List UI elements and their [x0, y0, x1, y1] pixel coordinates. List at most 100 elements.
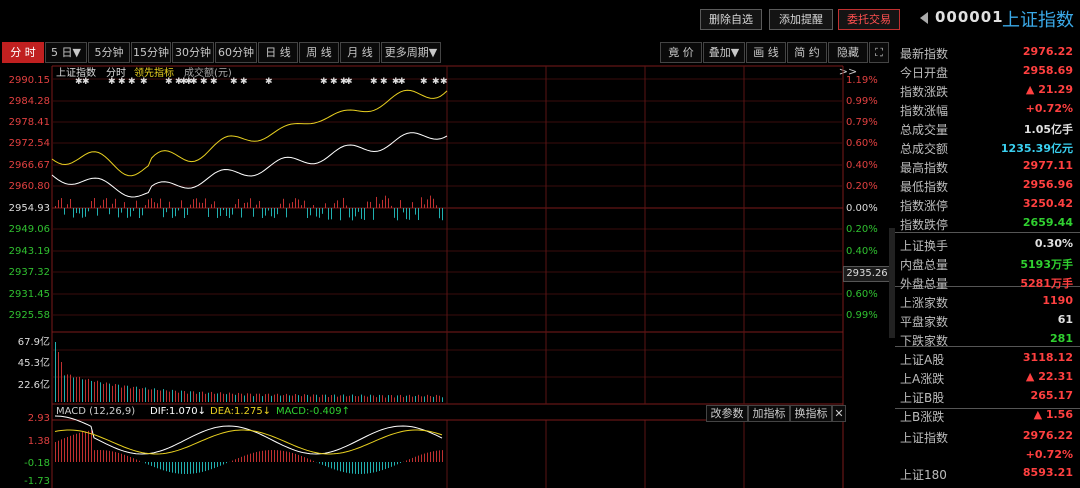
volume-bar: [316, 394, 317, 402]
quote-value: 8593.21: [1022, 466, 1073, 479]
change-bar: [322, 208, 323, 214]
volume-bar: [361, 394, 362, 402]
quote-row: 上证180 8593.21: [895, 464, 1075, 483]
volume-bar: [103, 383, 104, 402]
macd-dea: DEA:1.275↓: [210, 406, 272, 417]
volume-bar: [367, 396, 368, 402]
y-left-4: 2966.67: [8, 160, 50, 171]
macd-bar: [145, 462, 146, 464]
change-bar: [220, 208, 221, 216]
change-bar: [436, 205, 437, 208]
edit-params-button[interactable]: 改参数: [706, 405, 748, 422]
macd-bar: [376, 462, 377, 472]
change-bar: [187, 208, 188, 215]
volume-bar: [166, 390, 167, 402]
volume-bar: [94, 381, 95, 402]
quote-value: 281: [1050, 332, 1073, 345]
volume-bar: [355, 396, 356, 402]
volume-bar: [397, 395, 398, 402]
macd-bar: [103, 450, 104, 462]
volume-bar: [130, 388, 131, 402]
quote-panel: 最新指数 2976.22 今日开盘 2958.69 指数涨跌 ▲ 21.29 指数涨幅 +0.…: [895, 40, 1080, 488]
quote-label: 指数涨停: [900, 199, 949, 213]
change-bar: [292, 202, 293, 208]
y-left-11: 2925.58: [8, 310, 50, 321]
change-bar: [358, 208, 359, 212]
volume-bar: [319, 397, 320, 402]
macd-bar: [202, 462, 203, 472]
volume-bar: [79, 376, 80, 402]
change-bar: [394, 208, 395, 218]
prev-stock-icon[interactable]: [920, 12, 928, 24]
macd-bar: [355, 462, 356, 474]
volume-bar: [196, 393, 197, 402]
volume-bar: [139, 389, 140, 402]
volume-bar: [418, 394, 419, 402]
change-bar: [133, 208, 134, 211]
change-bar: [190, 204, 191, 208]
quote-label: 最高指数: [900, 161, 949, 175]
macd-bar: [61, 439, 62, 462]
volume-bar: [340, 395, 341, 402]
macd-bar: [373, 462, 374, 473]
macd-bar: [79, 432, 80, 462]
change-bar: [382, 199, 383, 208]
macd-bar: [319, 462, 320, 464]
change-bar: [364, 208, 365, 220]
swap-indicator-button[interactable]: 换指标: [790, 405, 832, 422]
volume-bar: [184, 391, 185, 402]
volume-bar: [331, 395, 332, 402]
volume-bar: [97, 380, 98, 402]
close-indicator-icon[interactable]: ✕: [832, 405, 846, 422]
macd-bar: [358, 462, 359, 474]
cursor-price-tag: 2935.26: [843, 266, 891, 282]
volume-bar: [124, 385, 125, 402]
quote-label: 内盘总量: [900, 258, 949, 272]
vol-label-0: 67.9亿: [17, 337, 50, 348]
panel-collapse-handle[interactable]: [889, 228, 895, 338]
quote-label: 指数涨跌: [900, 85, 949, 99]
change-bar: [199, 202, 200, 208]
signal-star-icon: ✱: [398, 77, 406, 87]
volume-bar: [241, 393, 242, 402]
macd-bar: [367, 462, 368, 474]
volume-bar: [157, 389, 158, 402]
change-bar: [421, 197, 422, 208]
macd-bar: [199, 462, 200, 473]
macd-bar: [283, 450, 284, 462]
volume-bar: [268, 393, 269, 402]
quote-row: 最新指数 2976.22: [895, 43, 1075, 62]
change-bar: [193, 199, 194, 208]
change-bar: [412, 202, 413, 208]
macd-bar: [337, 462, 338, 471]
volume-bar: [337, 396, 338, 402]
quote-row: 最低指数 2956.96: [895, 176, 1075, 195]
macd-bar: [193, 462, 194, 474]
change-bar: [184, 208, 185, 218]
volume-bar: [262, 396, 263, 402]
macd-bar: [205, 462, 206, 472]
change-bar: [400, 200, 401, 208]
quote-value: 2956.96: [1022, 178, 1073, 191]
volume-bar: [304, 394, 305, 402]
y-right-0: 1.19%: [846, 75, 878, 86]
change-bar: [172, 208, 173, 218]
macd-bar: [310, 459, 311, 462]
macd-bar: [208, 462, 209, 471]
signal-star-icon: ✱: [440, 77, 448, 87]
macd-bar: [397, 462, 398, 465]
macd-bar: [190, 462, 191, 474]
macd-bar: [313, 460, 314, 462]
signal-star-icon: ✱: [370, 77, 378, 87]
change-bar: [103, 199, 104, 208]
macd-bar: [121, 453, 122, 462]
volume-bar: [376, 397, 377, 402]
macd-bar: [226, 462, 227, 464]
signal-star-icon: ✱: [380, 77, 388, 87]
volume-bar: [247, 393, 248, 402]
add-indicator-button[interactable]: 加指标: [748, 405, 790, 422]
change-bar: [238, 198, 239, 208]
macd-bar: [424, 453, 425, 462]
macd-bar: [400, 462, 401, 464]
volume-bar: [226, 394, 227, 402]
